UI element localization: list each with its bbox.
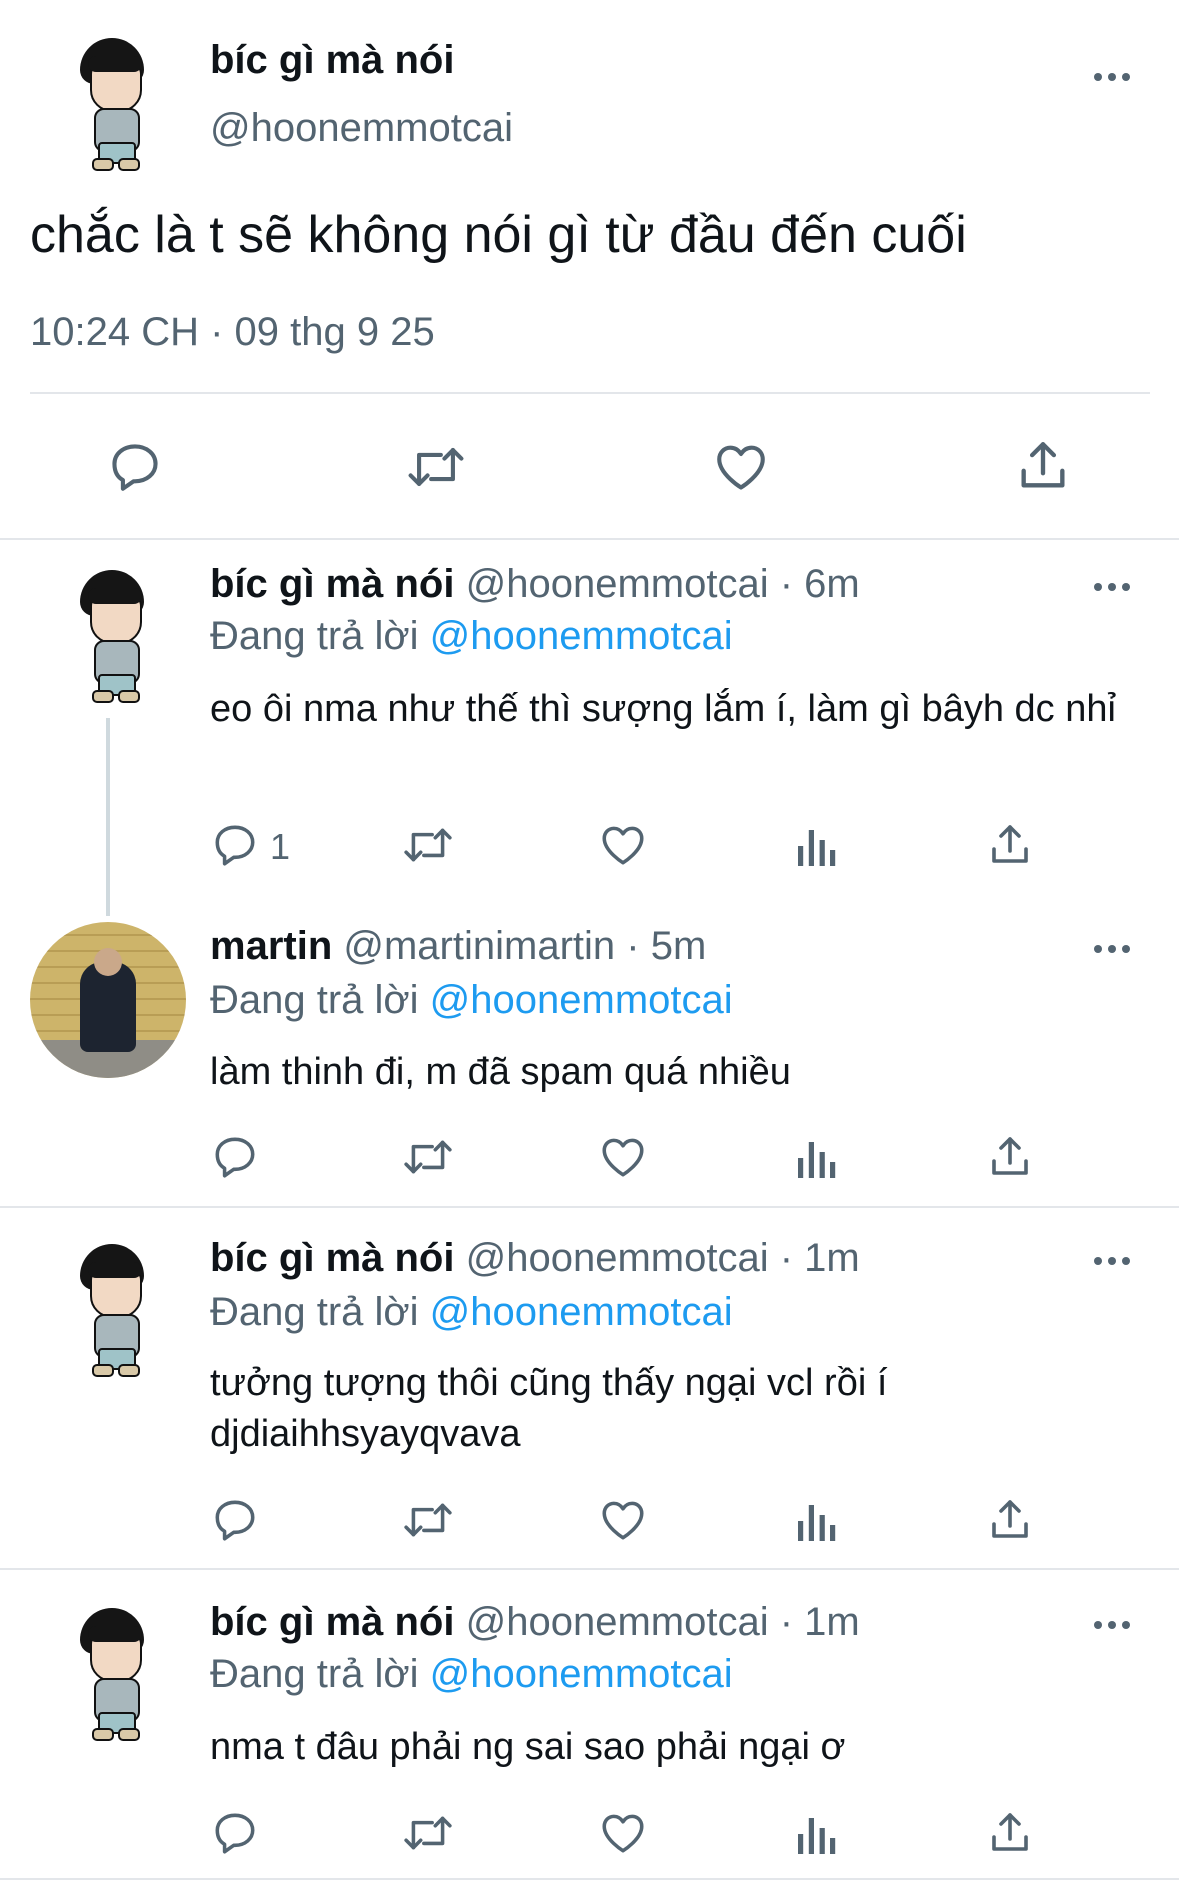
avatar[interactable] <box>76 1608 156 1741</box>
mention-link[interactable]: @hoonemmotcai <box>430 1652 733 1696</box>
reply-header: bíc gì mà nói @hoonemmotcai · 6m <box>210 562 860 607</box>
reply-text: eo ôi nma như thế thì sượng lắm í, làm g… <box>210 688 1116 730</box>
replying-label: Đang trả lời <box>210 978 419 1022</box>
views-icon[interactable] <box>794 1810 838 1858</box>
replying-to: Đang trả lời @hoonemmotcai <box>210 1652 733 1697</box>
replying-to: Đang trả lời @hoonemmotcai <box>210 614 733 659</box>
reply-icon[interactable] <box>210 1808 260 1858</box>
divider <box>30 392 1150 394</box>
like-icon[interactable] <box>598 1808 648 1858</box>
handle[interactable]: @hoonemmotcai <box>466 562 769 606</box>
post-time[interactable]: · 6m <box>780 562 860 606</box>
retweet-icon[interactable] <box>404 438 468 496</box>
share-icon[interactable] <box>986 820 1034 870</box>
avatar[interactable] <box>30 922 186 1078</box>
mention-link[interactable]: @hoonemmotcai <box>430 978 733 1022</box>
reply-icon[interactable] <box>210 1495 260 1545</box>
reply-header: bíc gì mà nói @hoonemmotcai · 1m <box>210 1236 860 1281</box>
more-options-icon[interactable] <box>1094 1614 1138 1634</box>
reply-header: martin @martinimartin · 5m <box>210 924 706 969</box>
post-time[interactable]: · 1m <box>780 1236 860 1280</box>
retweet-icon[interactable] <box>400 1808 456 1858</box>
more-options-icon[interactable] <box>1094 66 1138 86</box>
divider <box>0 538 1179 540</box>
post-time[interactable]: · 1m <box>780 1600 860 1644</box>
like-icon[interactable] <box>712 438 770 496</box>
retweet-icon[interactable] <box>400 1495 456 1545</box>
retweet-icon[interactable] <box>400 1132 456 1182</box>
avatar[interactable] <box>76 570 156 703</box>
handle[interactable]: @hoonemmotcai <box>466 1236 769 1280</box>
replying-label: Đang trả lời <box>210 1652 419 1696</box>
like-icon[interactable] <box>598 1132 648 1182</box>
display-name[interactable]: martin <box>210 924 332 968</box>
share-icon[interactable] <box>1014 436 1072 496</box>
replying-to: Đang trả lời @hoonemmotcai <box>210 1290 733 1335</box>
mention-link[interactable]: @hoonemmotcai <box>430 614 733 658</box>
tweet-text: chắc là t sẽ không nói gì từ đầu đến cuố… <box>30 206 967 264</box>
avatar[interactable] <box>76 38 156 171</box>
mention-link[interactable]: @hoonemmotcai <box>430 1290 733 1334</box>
reply-icon[interactable] <box>210 820 260 870</box>
avatar[interactable] <box>76 1244 156 1377</box>
handle[interactable]: @martinimartin <box>343 924 615 968</box>
reply-text: tưởng tượng thôi cũng thấy ngại vcl rồi … <box>210 1362 888 1455</box>
more-options-icon[interactable] <box>1094 938 1138 958</box>
views-icon[interactable] <box>794 822 838 870</box>
tweet-timestamp[interactable]: 10:24 CH · 09 thg 9 25 <box>30 310 435 355</box>
divider <box>0 1878 1179 1880</box>
more-options-icon[interactable] <box>1094 576 1138 596</box>
display-name[interactable]: bíc gì mà nói <box>210 38 454 83</box>
display-name[interactable]: bíc gì mà nói <box>210 1600 454 1644</box>
views-icon[interactable] <box>794 1497 838 1545</box>
like-icon[interactable] <box>598 1495 648 1545</box>
display-name[interactable]: bíc gì mà nói <box>210 1236 454 1280</box>
thread-line <box>106 718 110 916</box>
share-icon[interactable] <box>986 1495 1034 1545</box>
reply-icon[interactable] <box>210 1132 260 1182</box>
display-name[interactable]: bíc gì mà nói <box>210 562 454 606</box>
reply-count: 1 <box>270 826 291 867</box>
divider <box>0 1206 1179 1208</box>
post-time[interactable]: · 5m <box>626 924 706 968</box>
views-icon[interactable] <box>794 1134 838 1182</box>
handle[interactable]: @hoonemmotcai <box>466 1600 769 1644</box>
share-icon[interactable] <box>986 1132 1034 1182</box>
handle[interactable]: @hoonemmotcai <box>210 106 513 151</box>
reply-text: làm thinh đi, m đã spam quá nhiều <box>210 1051 791 1093</box>
more-options-icon[interactable] <box>1094 1250 1138 1270</box>
reply-icon[interactable] <box>106 438 164 496</box>
like-icon[interactable] <box>598 820 648 870</box>
reply-header: bíc gì mà nói @hoonemmotcai · 1m <box>210 1600 860 1645</box>
replying-label: Đang trả lời <box>210 614 419 658</box>
reply-text: nma t đâu phải ng sai sao phải ngại ơ <box>210 1726 846 1768</box>
retweet-icon[interactable] <box>400 820 456 870</box>
replying-label: Đang trả lời <box>210 1290 419 1334</box>
replying-to: Đang trả lời @hoonemmotcai <box>210 978 733 1023</box>
share-icon[interactable] <box>986 1808 1034 1858</box>
divider <box>0 1568 1179 1570</box>
